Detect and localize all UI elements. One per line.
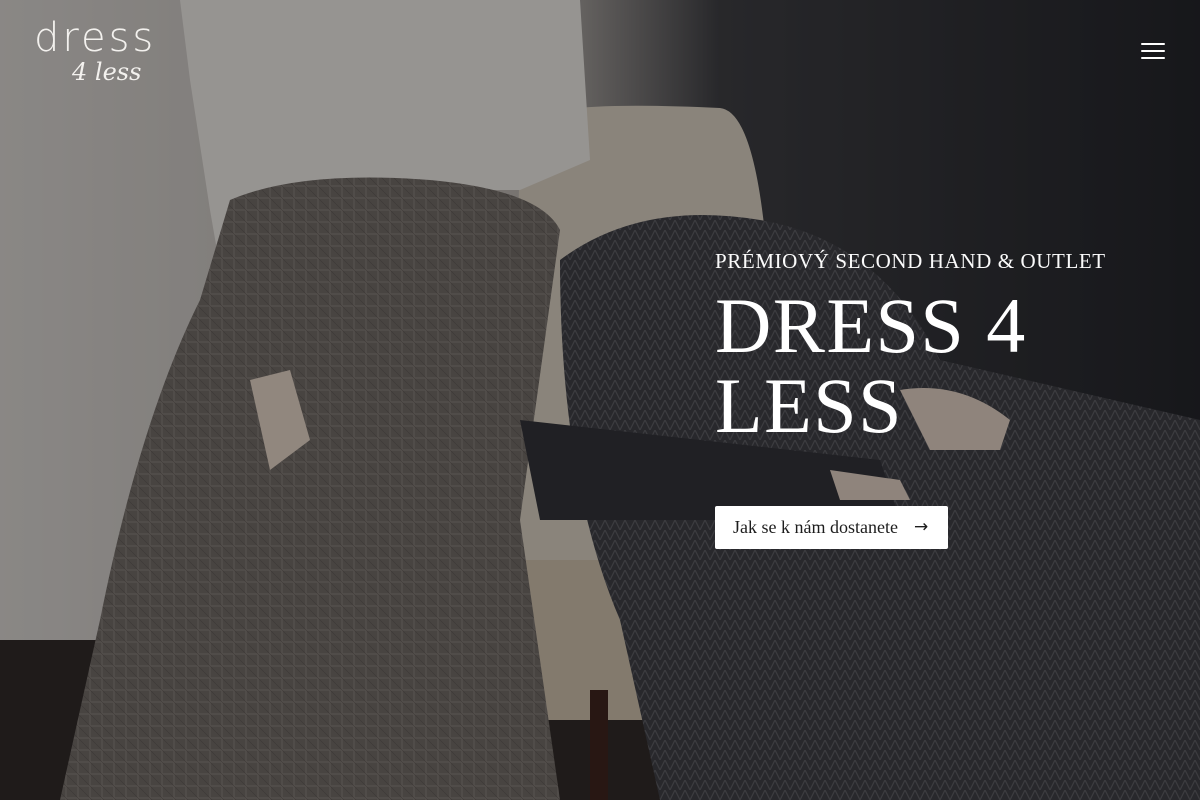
hero-kicker: PRÉMIOVÝ SECOND HAND & OUTLET (715, 249, 1106, 273)
hero-text-block: PRÉMIOVÝ SECOND HAND & OUTLET DRESS 4 LE… (715, 246, 1175, 549)
hamburger-menu-icon[interactable] (1136, 36, 1170, 66)
logo-wordmark-bottom: 4 less (72, 58, 142, 86)
menu-bar (1141, 57, 1165, 59)
directions-button[interactable]: Jak se k nám dostanete → (715, 506, 949, 549)
hero-title: DRESS 4 LESS (715, 282, 1027, 449)
arrow-right-icon: → (913, 517, 929, 537)
hero-section: dress 4 less PRÉMIOVÝ SECOND HAND & OUTL… (0, 0, 1200, 800)
directions-button-label: Jak se k nám dostanete (733, 517, 898, 537)
site-logo[interactable]: dress 4 less (34, 16, 158, 88)
menu-bar (1141, 43, 1165, 45)
logo-wordmark-top: dress (34, 15, 157, 61)
menu-bar (1141, 50, 1165, 52)
